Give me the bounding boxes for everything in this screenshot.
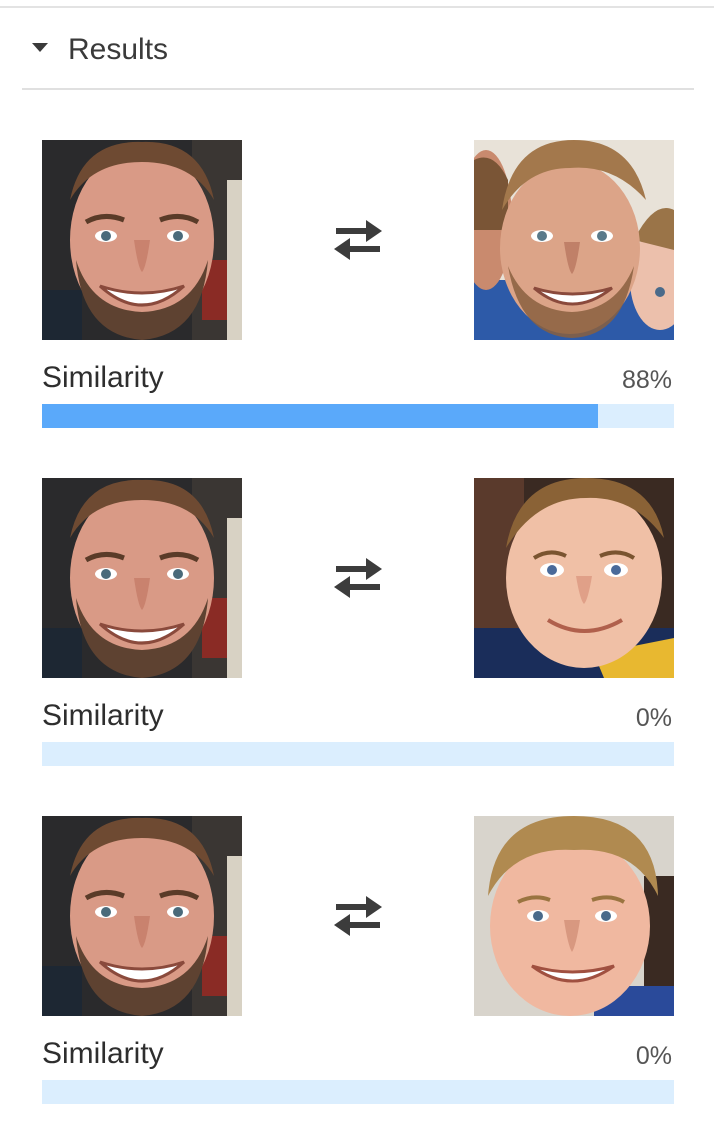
similarity-value: 0%	[635, 704, 672, 732]
result-item: Similarity 88%	[42, 140, 674, 430]
source-face-image	[42, 478, 242, 678]
result-item: Similarity 0%	[42, 816, 674, 1106]
similarity-bar	[42, 404, 674, 428]
similarity-bar-fill	[42, 404, 599, 428]
similarity-label: Similarity	[42, 699, 164, 732]
similarity-label: Similarity	[42, 1037, 164, 1070]
match-face-image	[474, 816, 674, 1016]
source-face-image	[42, 140, 242, 340]
result-item: Similarity 0%	[42, 478, 674, 768]
similarity-bar	[42, 742, 674, 766]
match-face-image	[474, 478, 674, 678]
top-divider	[0, 6, 714, 8]
similarity-value: 88%	[621, 366, 672, 394]
similarity-label: Similarity	[42, 361, 164, 394]
source-face-image	[42, 816, 242, 1016]
section-title: Results	[68, 33, 169, 66]
results-section-toggle[interactable]: Results	[22, 24, 694, 90]
swap-arrows-icon	[334, 896, 382, 936]
swap-arrows-icon	[334, 220, 382, 260]
swap-arrows-icon	[334, 558, 382, 598]
similarity-bar	[42, 1080, 674, 1104]
similarity-value: 0%	[635, 1042, 672, 1070]
match-face-image	[474, 140, 674, 340]
caret-down-icon[interactable]	[32, 43, 48, 52]
